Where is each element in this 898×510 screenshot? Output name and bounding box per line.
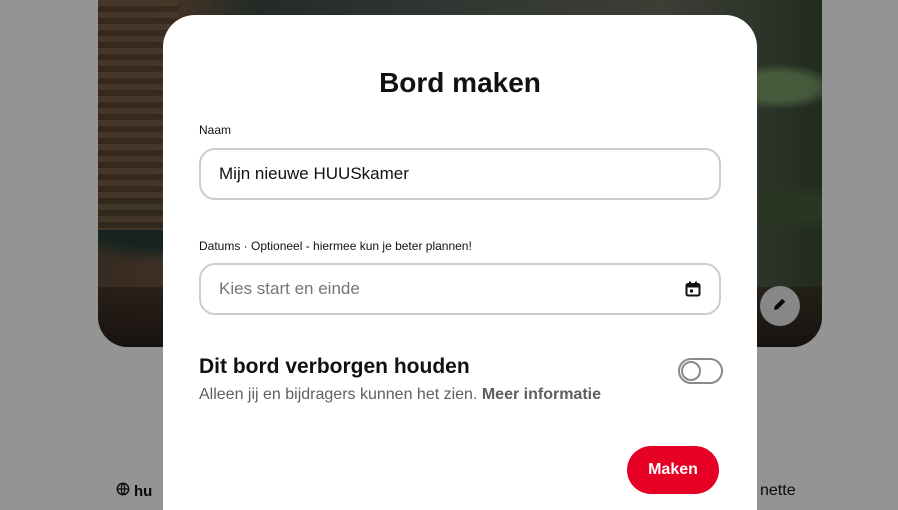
board-name-input[interactable]: Mijn nieuwe HUUSkamer bbox=[199, 148, 721, 200]
secret-board-desc-text: Alleen jij en bijdragers kunnen het zien… bbox=[199, 386, 482, 403]
name-label: Naam bbox=[199, 123, 232, 137]
secret-board-toggle[interactable] bbox=[678, 358, 723, 384]
modal-title: Bord maken bbox=[379, 67, 541, 98]
toggle-knob bbox=[681, 361, 701, 381]
dates-placeholder: Kies start en einde bbox=[219, 279, 360, 298]
board-name-value: Mijn nieuwe HUUSkamer bbox=[219, 164, 409, 183]
secret-board-description: Alleen jij en bijdragers kunnen het zien… bbox=[199, 386, 601, 404]
dates-label: Datums · Optioneel - hiermee kun je bete… bbox=[199, 239, 472, 253]
create-board-modal: Bord maken Naam Mijn nieuwe HUUSkamer Da… bbox=[163, 15, 757, 510]
dates-input[interactable]: Kies start en einde bbox=[199, 263, 721, 315]
secret-board-title: Dit bord verborgen houden bbox=[199, 355, 470, 378]
calendar-icon[interactable] bbox=[685, 281, 701, 297]
learn-more-link[interactable]: Meer informatie bbox=[482, 386, 601, 403]
create-button[interactable]: Maken bbox=[627, 446, 719, 494]
